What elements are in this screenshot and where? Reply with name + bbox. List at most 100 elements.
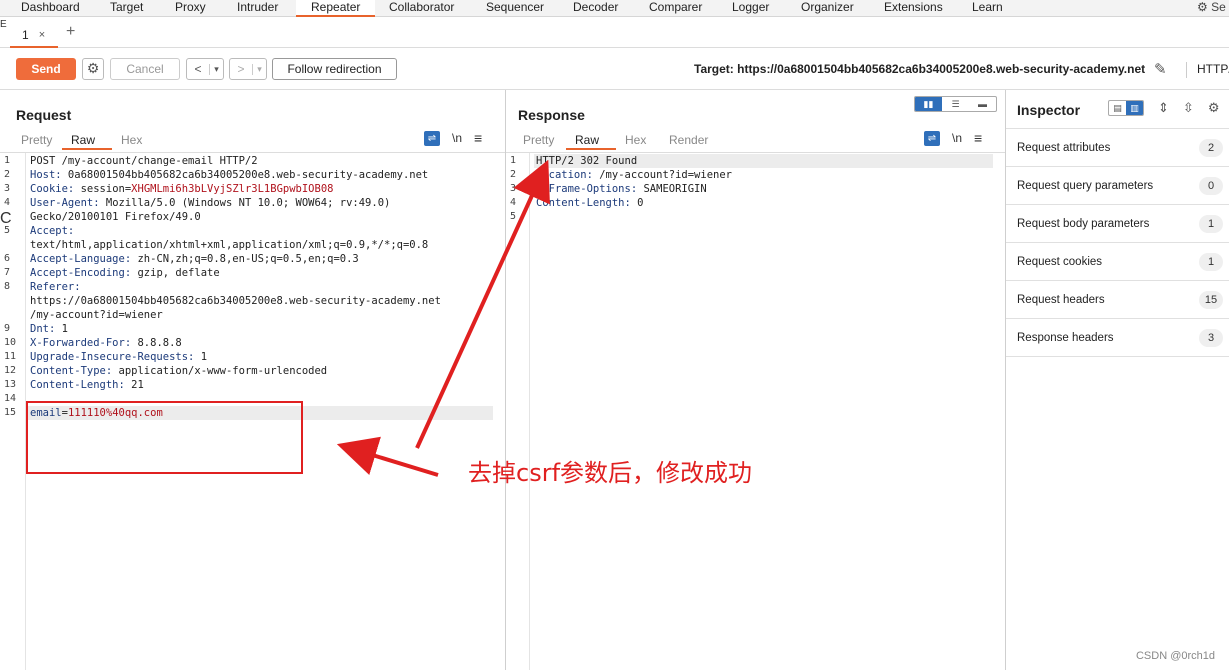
nav-tab-organizer[interactable]: Organizer	[801, 0, 854, 17]
menu-icon[interactable]: ≡	[974, 130, 982, 146]
code-line[interactable]: 1 POST /my-account/change-email HTTP/2	[0, 154, 505, 168]
header-value: /my-account?id=wiener	[30, 309, 163, 321]
header-value: zh-CN,zh;q=0.8,en-US;q=0.5,en;q=0.3	[131, 253, 359, 265]
send-button[interactable]: Send	[16, 58, 76, 80]
request-tab-hex[interactable]: Hex	[112, 130, 156, 150]
forward-button[interactable]: > ▾	[229, 58, 267, 80]
follow-redirection-button[interactable]: Follow redirection	[272, 58, 397, 80]
code-line[interactable]: 13 Content-Length: 21	[0, 378, 505, 392]
code-line[interactable]: text/html,application/xhtml+xml,applicat…	[0, 238, 505, 252]
code-line[interactable]: 5	[506, 210, 1005, 224]
inspector-row[interactable]: Response headers 3	[1006, 319, 1229, 357]
code-line[interactable]: 6 Accept-Language: zh-CN,zh;q=0.8,en-US;q…	[0, 252, 505, 266]
detail-view-icon[interactable]: ▥	[1126, 101, 1143, 115]
nav-tab-dashboard[interactable]: Dashboard	[21, 0, 80, 17]
nav-tab-repeater[interactable]: Repeater	[296, 0, 376, 17]
close-icon[interactable]: ×	[39, 29, 45, 41]
code-line[interactable]: 11 Upgrade-Insecure-Requests: 1	[0, 350, 505, 364]
inspector-row[interactable]: Request attributes 2	[1006, 129, 1229, 167]
list-view-icon[interactable]: ▤	[1109, 101, 1126, 115]
chevron-down-icon[interactable]: ▾	[209, 63, 223, 75]
word-wrap-icon[interactable]: ⇌	[924, 130, 940, 146]
nav-tab-comparer[interactable]: Comparer	[649, 0, 702, 17]
code-line[interactable]: 7 Accept-Encoding: gzip, deflate	[0, 266, 505, 280]
header-value: 0a68001504bb405682ca6b34005200e8.web-sec…	[61, 169, 429, 181]
response-panel: ▮▮ ☰ ▬ Response Pretty Raw Hex Render ⇌ \n …	[506, 90, 1006, 670]
inspector-tools: ▤ ▥ ⇕ ⇳ ⚙	[1108, 100, 1219, 116]
nav-tab-decoder[interactable]: Decoder	[573, 0, 618, 17]
nav-tab-intruder[interactable]: Intruder	[237, 0, 278, 17]
expand-all-icon[interactable]: ⇕	[1158, 100, 1169, 116]
code-line[interactable]: 10 X-Forwarded-For: 8.8.8.8	[0, 336, 505, 350]
code-line[interactable]: 3 X-Frame-Options: SAMEORIGIN	[506, 182, 1005, 196]
response-editor[interactable]: 1 HTTP/2 302 Found 2 Location: /my-account?…	[506, 152, 1005, 670]
repeater-tab-1[interactable]: 1 ×	[10, 24, 58, 48]
collapse-all-icon[interactable]: ⇳	[1183, 100, 1194, 116]
code-line[interactable]: 4 Content-Length: 0	[506, 196, 1005, 210]
response-tab-pretty[interactable]: Pretty	[514, 130, 566, 150]
code-line[interactable]: 2 Location: /my-account?id=wiener	[506, 168, 1005, 182]
single-view-icon[interactable]: ▬	[969, 97, 996, 111]
request-tab-raw[interactable]: Raw	[62, 130, 112, 150]
add-tab-icon[interactable]: +	[66, 23, 75, 41]
nav-tab-target[interactable]: Target	[110, 0, 143, 17]
nav-tab-learn[interactable]: Learn	[972, 0, 1003, 17]
http-version-label[interactable]: HTTP/	[1186, 62, 1229, 78]
header-value: gzip, deflate	[131, 267, 220, 279]
menu-icon[interactable]: ≡	[474, 130, 482, 146]
code-line[interactable]: 8 Referer:	[0, 280, 505, 294]
newline-toggle[interactable]: \n	[952, 131, 962, 145]
nav-tab-sequencer[interactable]: Sequencer	[486, 0, 544, 17]
inspector-row[interactable]: Request headers 15	[1006, 281, 1229, 319]
header-key: Content-Length:	[536, 197, 631, 209]
newline-toggle[interactable]: \n	[452, 131, 462, 145]
split-horizontal-icon[interactable]: ▮▮	[915, 97, 942, 111]
header-value: /my-account?id=wiener	[592, 169, 732, 181]
code-line[interactable]: 2 Host: 0a68001504bb405682ca6b34005200e8.…	[0, 168, 505, 182]
request-view-tabs: Pretty Raw Hex	[12, 130, 156, 150]
edit-pencil-icon[interactable]: ✎	[1154, 60, 1167, 78]
code-line[interactable]: /my-account?id=wiener	[0, 308, 505, 322]
code-line[interactable]: https://0a68001504bb405682ca6b34005200e8…	[0, 294, 505, 308]
header-key: Content-Type:	[30, 365, 113, 377]
code-line[interactable]: 12 Content-Type: application/x-www-form-u…	[0, 364, 505, 378]
line-text: Accept-Language: zh-CN,zh;q=0.8,en-US;q=…	[30, 252, 359, 266]
inspector-row[interactable]: Request body parameters 1	[1006, 205, 1229, 243]
nav-tab-extensions[interactable]: Extensions	[884, 0, 943, 17]
response-title: Response	[518, 107, 585, 123]
request-code[interactable]: 1 POST /my-account/change-email HTTP/2 2 Ho…	[0, 154, 505, 420]
request-tab-pretty[interactable]: Pretty	[12, 130, 62, 150]
line-number: 7	[4, 267, 11, 278]
response-tab-hex[interactable]: Hex	[616, 130, 660, 150]
code-line[interactable]: 9 Dnt: 1	[0, 322, 505, 336]
header-key: Upgrade-Insecure-Requests:	[30, 351, 195, 363]
inspector-layout-toggle[interactable]: ▤ ▥	[1108, 100, 1144, 116]
nav-tab-proxy[interactable]: Proxy	[175, 0, 206, 17]
layout-toggle[interactable]: ▮▮ ☰ ▬	[914, 96, 997, 112]
word-wrap-icon[interactable]: ⇌	[424, 130, 440, 146]
header-value: session=	[74, 183, 132, 195]
cancel-button[interactable]: Cancel	[110, 58, 180, 80]
inspector-row[interactable]: Request query parameters 0	[1006, 167, 1229, 205]
settings-gear-icon[interactable]: ⚙ Se	[1197, 0, 1229, 17]
code-line[interactable]: 1 HTTP/2 302 Found	[506, 154, 1005, 168]
response-tab-render[interactable]: Render	[660, 130, 720, 150]
nav-tab-logger[interactable]: Logger	[732, 0, 769, 17]
gear-icon[interactable]: ⚙	[1208, 100, 1220, 116]
code-line[interactable]: 5 Accept:	[0, 224, 505, 238]
code-line[interactable]: 4 User-Agent: Mozilla/5.0 (Windows NT 10.…	[0, 196, 505, 210]
code-line[interactable]: Gecko/20100101 Firefox/49.0	[0, 210, 505, 224]
gear-icon[interactable]: ⚙	[82, 58, 104, 80]
count-badge: 15	[1199, 291, 1223, 309]
response-code[interactable]: 1 HTTP/2 302 Found 2 Location: /my-account?…	[506, 154, 1005, 224]
response-tab-raw[interactable]: Raw	[566, 130, 616, 150]
header-value: 1	[194, 351, 208, 363]
header-value: Gecko/20100101 Firefox/49.0	[30, 211, 201, 223]
chevron-down-icon[interactable]: ▾	[252, 63, 266, 75]
nav-tab-collaborator[interactable]: Collaborator	[389, 0, 454, 17]
split-vertical-icon[interactable]: ☰	[942, 97, 969, 111]
inspector-row[interactable]: Request cookies 1	[1006, 243, 1229, 281]
code-line[interactable]: 3 Cookie: session=XHGMLmi6h3bLVyjSZlr3L1B…	[0, 182, 505, 196]
header-value: HTTP/2 302 Found	[536, 155, 638, 167]
back-button[interactable]: < ▾	[186, 58, 224, 80]
